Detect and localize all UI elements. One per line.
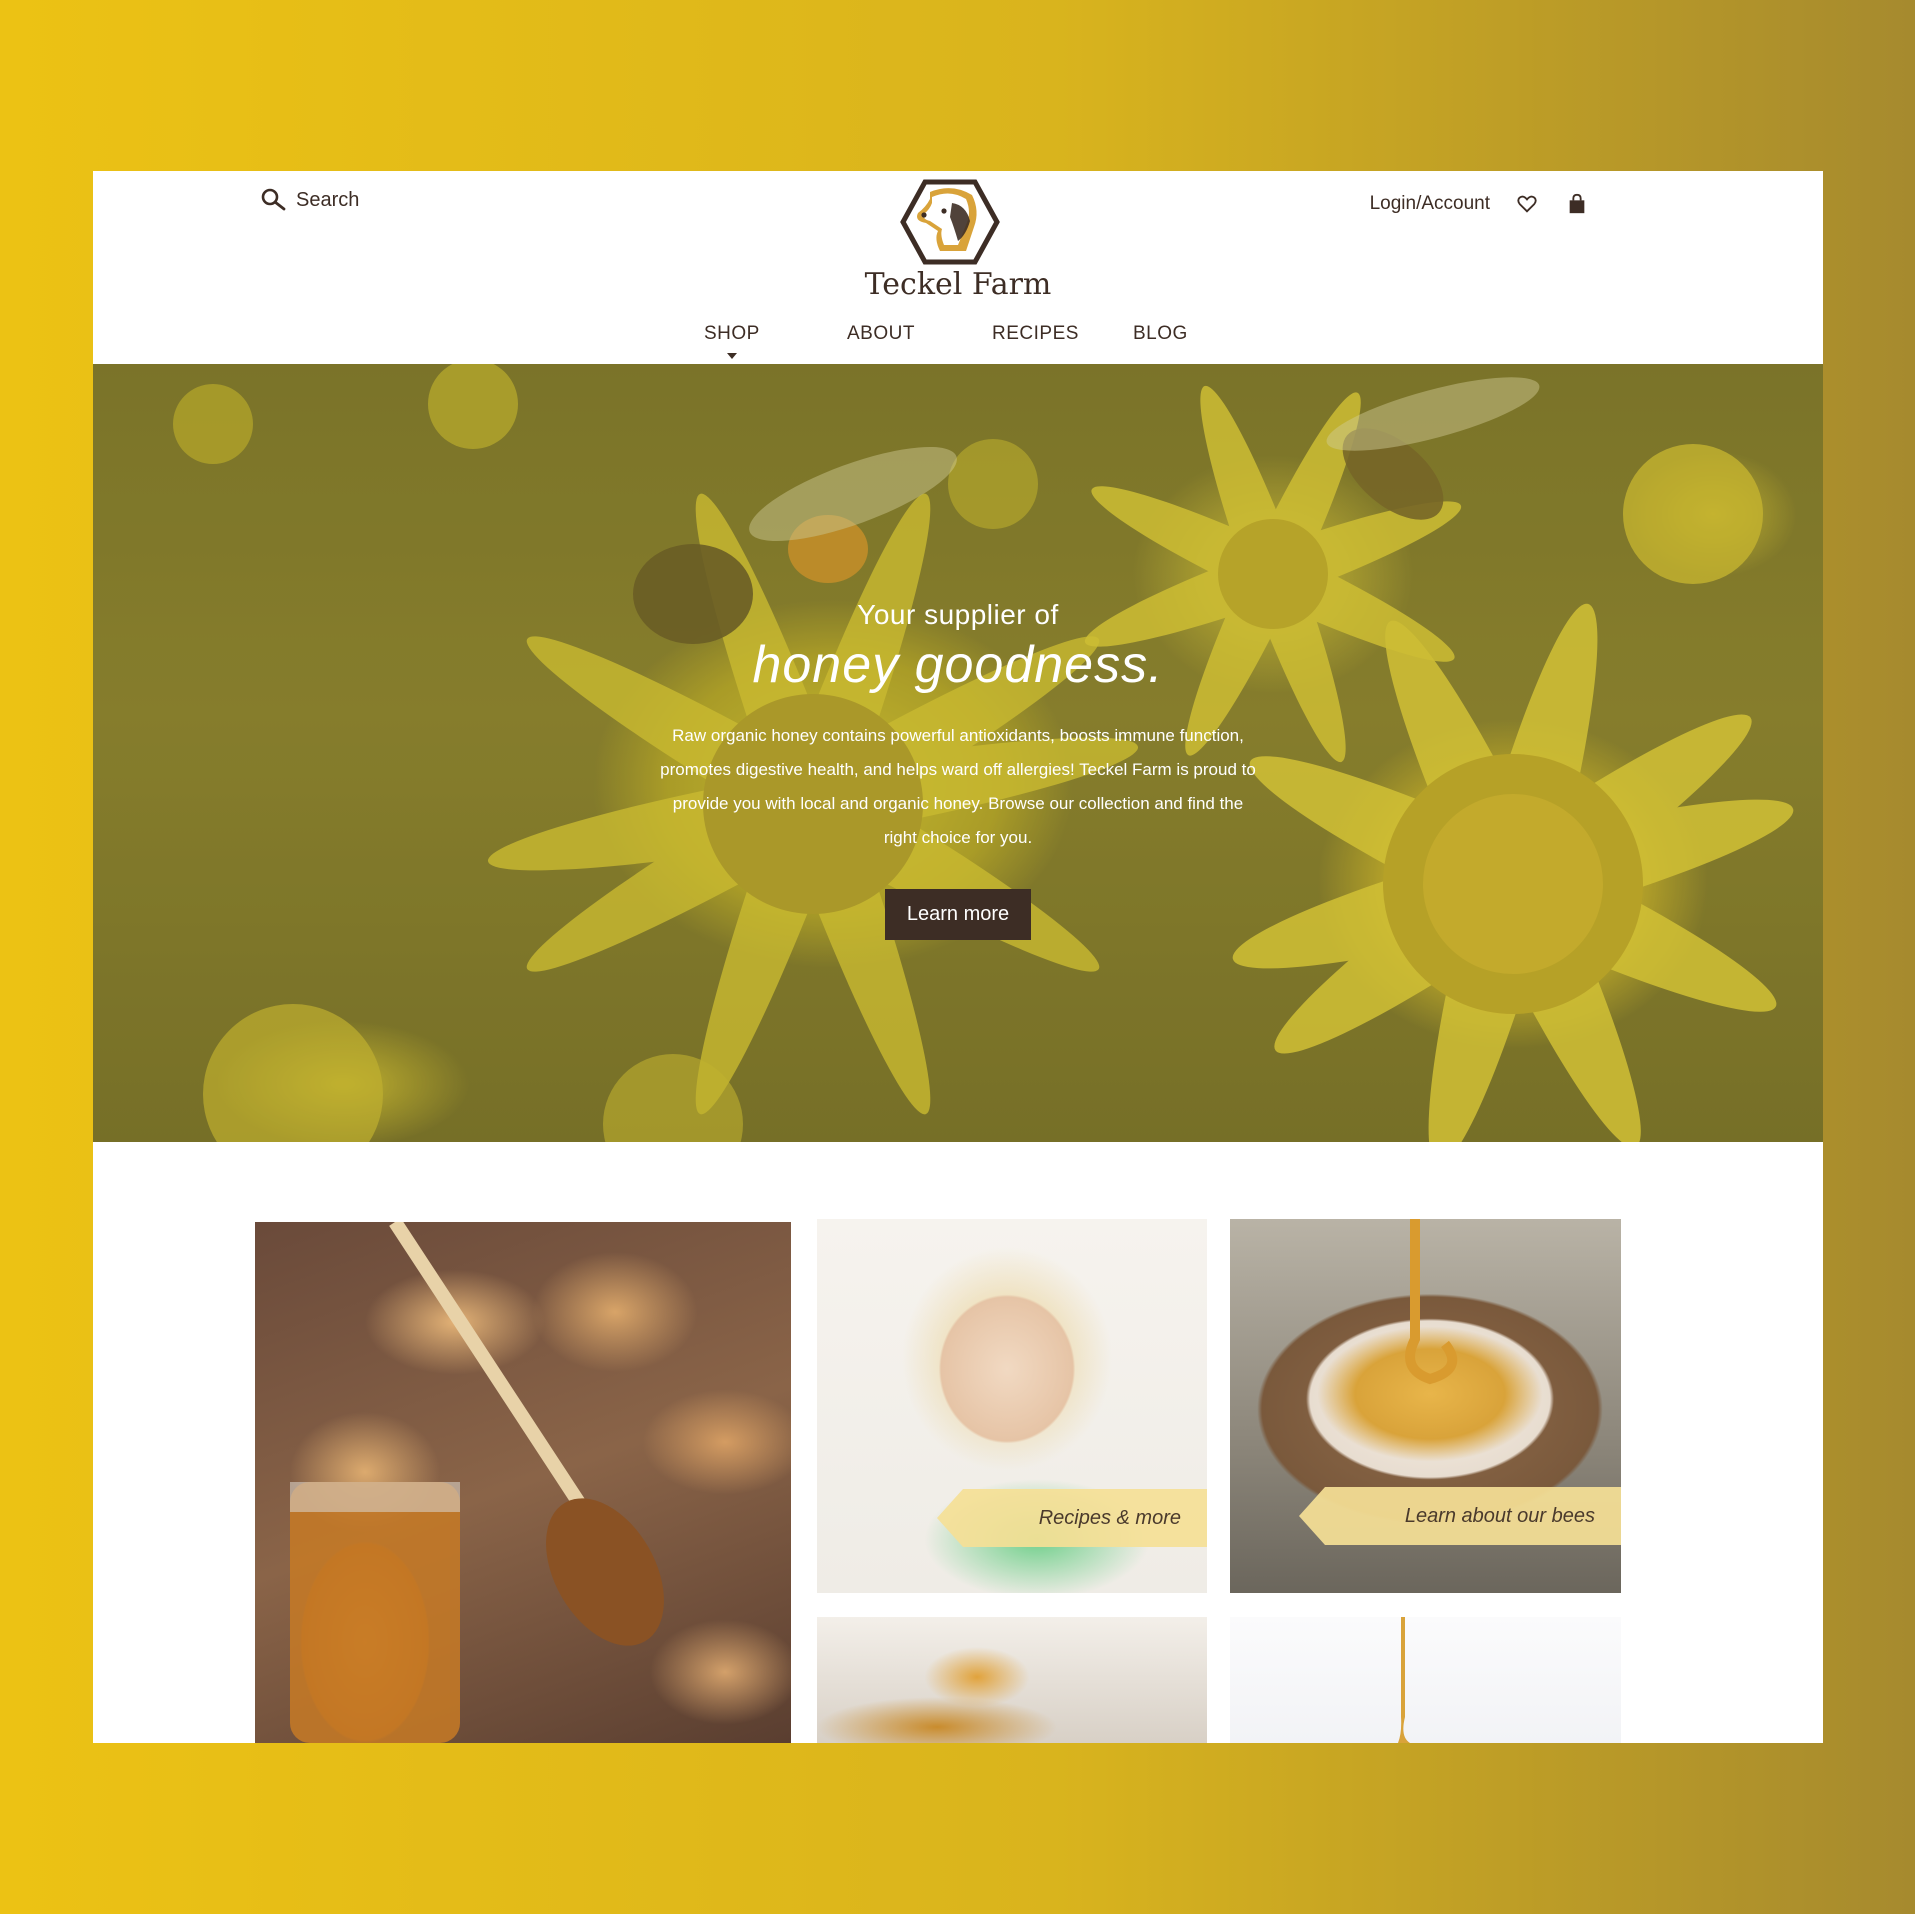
tile-honey-spoon[interactable] bbox=[817, 1617, 1207, 1743]
search-icon bbox=[261, 188, 286, 211]
hero-headline: honey goodness. bbox=[752, 636, 1164, 694]
logo-dog-hexagon-icon[interactable] bbox=[900, 177, 1000, 267]
hero-banner: Your supplier of honey goodness. Raw org… bbox=[93, 364, 1823, 1142]
tile-biscuits-honey[interactable] bbox=[255, 1222, 791, 1743]
heart-icon[interactable] bbox=[1514, 191, 1540, 217]
tile-bees[interactable]: Learn about our bees bbox=[1230, 1219, 1621, 1593]
nav-shop[interactable]: SHOP bbox=[704, 323, 760, 345]
nav-about[interactable]: ABOUT bbox=[847, 323, 915, 345]
recipes-more-label: Recipes & more bbox=[937, 1489, 1207, 1547]
hero-description: Raw organic honey contains powerful anti… bbox=[660, 726, 1256, 847]
browser-page: Search Teckel Farm Login/Account SHOP AB… bbox=[93, 171, 1823, 1743]
learn-about-bees-label: Learn about our bees bbox=[1299, 1487, 1621, 1545]
hero-kicker: Your supplier of bbox=[857, 599, 1059, 630]
nav-blog[interactable]: BLOG bbox=[1133, 323, 1188, 345]
honey-dipper-icon bbox=[290, 1222, 664, 1743]
tile-honey-pour[interactable] bbox=[1230, 1617, 1621, 1743]
learn-more-button[interactable]: Learn more bbox=[884, 889, 1032, 940]
hero-content: Your supplier of honey goodness. Raw org… bbox=[93, 599, 1823, 940]
chevron-down-icon bbox=[727, 353, 737, 359]
tile-recipes[interactable]: Recipes & more bbox=[817, 1219, 1207, 1593]
nav-recipes[interactable]: RECIPES bbox=[992, 323, 1079, 345]
search-label: Search bbox=[296, 188, 360, 211]
login-account-link[interactable]: Login/Account bbox=[1370, 193, 1490, 215]
search-button[interactable]: Search bbox=[260, 187, 359, 213]
main-nav: SHOP ABOUT RECIPES BLOG bbox=[93, 323, 1823, 363]
site-header: Search Teckel Farm Login/Account SHOP AB… bbox=[93, 171, 1823, 364]
shopping-bag-icon[interactable] bbox=[1564, 191, 1590, 217]
brand-name[interactable]: Teckel Farm bbox=[93, 267, 1823, 302]
account-area: Login/Account bbox=[1370, 191, 1590, 217]
bee-right bbox=[1326, 377, 1540, 520]
honey-stream-icon bbox=[1398, 1617, 1410, 1743]
